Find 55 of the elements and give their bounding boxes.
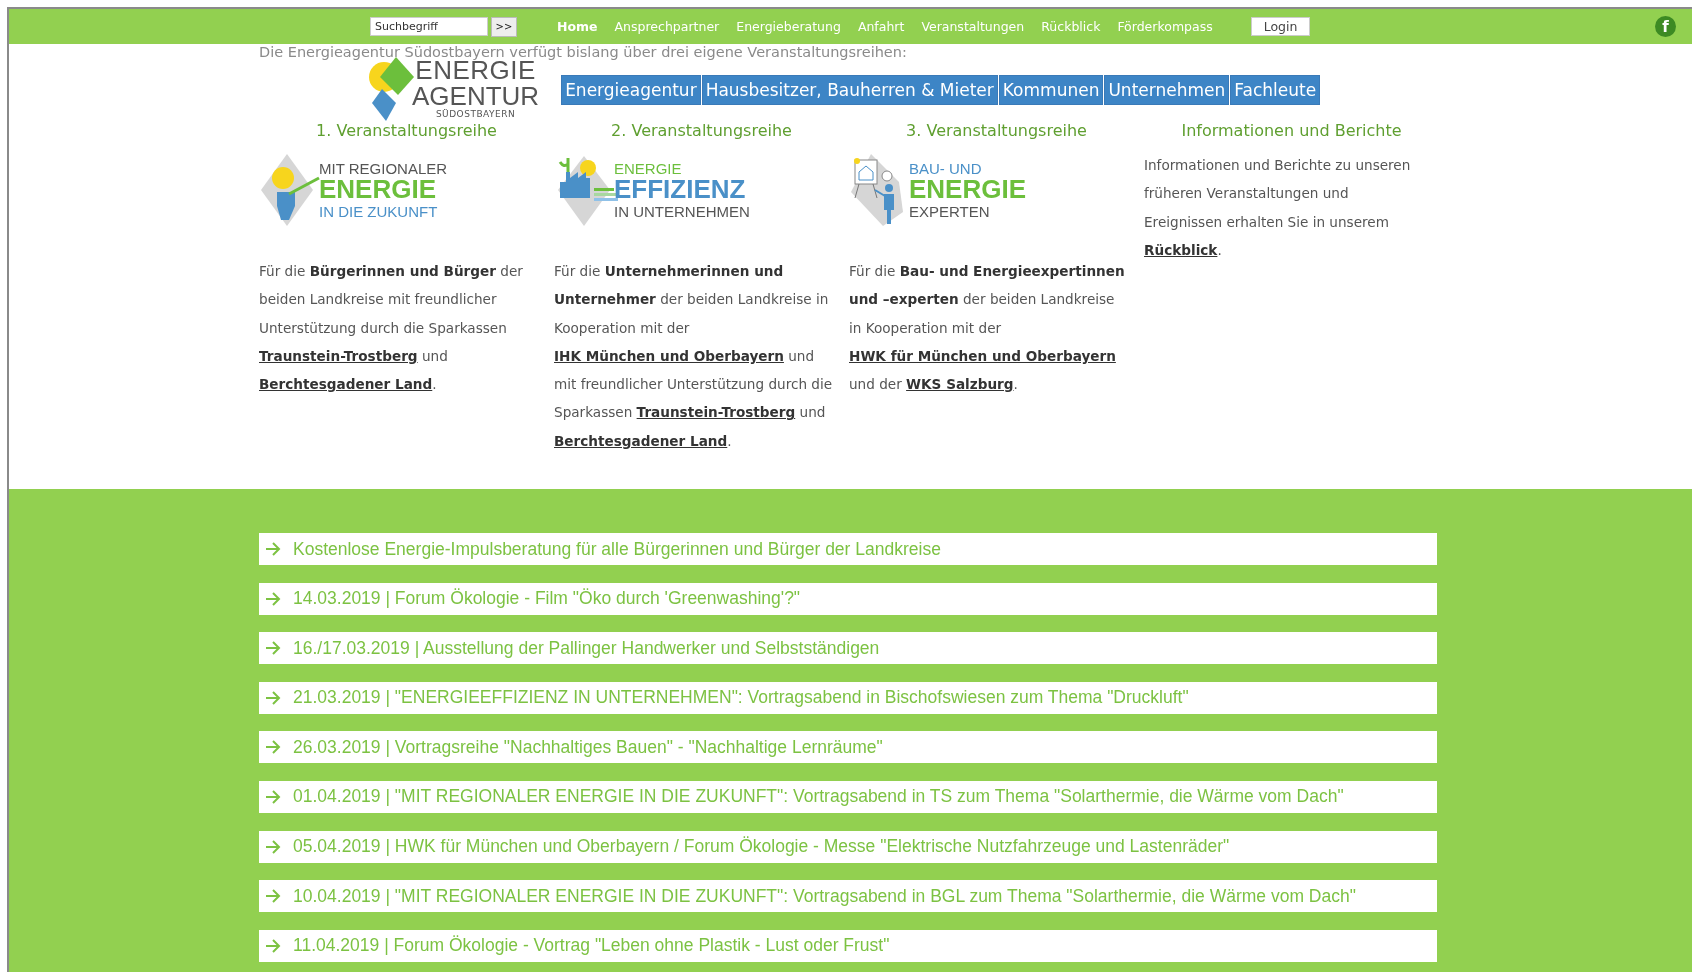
column-text: Für die Bürgerinnen und Bürger der beiden Landkreise mit freundlicher Unterstützung durch die Sparkassen Traunstein-Trostberg und Berchtesgadener Land. [259, 262, 524, 395]
series-heading: 2. Veranstaltungsreihe [611, 121, 792, 140]
logo-text-line: ENERGIE [909, 176, 1027, 204]
event-link[interactable]: Kostenlose Energie-Impulsberatung für alle Bürgerinnen und Bürger der Landkreise [259, 533, 1437, 565]
text-link[interactable]: IHK München und Oberbayern [554, 347, 784, 364]
event-link[interactable]: 16./17.03.2019 | Ausstellung der Pallinger Handwerker und Selbstständigen [259, 632, 1437, 665]
logo-text-line: ENERGIE [319, 176, 438, 204]
logo-text-line: ENERGIE [614, 160, 683, 177]
text-link[interactable]: Berchtesgadener Land [554, 432, 728, 449]
text-link[interactable]: Rückblick [1144, 241, 1218, 258]
text-link[interactable]: Traunstein-Trostberg [259, 347, 418, 364]
menu-tab[interactable]: Energieagentur [561, 75, 701, 105]
event-link[interactable]: 10.04.2019 | "MIT REGIONALER ENERGIE IN DIE ZUKUNFT": Vortragsabend in BGL zum Thema "Solarthermie, die Wärme vom Dach" [259, 880, 1437, 913]
search-button[interactable]: >> [491, 16, 517, 37]
series-heading: Informationen und Berichte [1181, 121, 1402, 140]
column-text: Informationen und Berichte zu unseren früheren Veranstaltungen und Ereignissen erhalten Sie in unserem Rückblick. [1144, 156, 1412, 260]
intro-text: Die Energieagentur Südostbayern verfügt bislang über drei eigene Veranstaltungsreihen: [259, 44, 908, 61]
arrow-right-icon [265, 789, 281, 804]
facebook-link[interactable]: f [1655, 16, 1676, 37]
event-link[interactable]: 26.03.2019 | Vortragsreihe "Nachhaltiges Bauen" - "Nachhaltige Lernräume" [259, 731, 1437, 764]
text-link[interactable]: HWK für München und Oberbayern [849, 347, 1116, 364]
menu-tab[interactable]: Hausbesitzer, Bauherren & Mieter [701, 75, 998, 105]
arrow-right-icon [265, 938, 281, 953]
text-link[interactable]: WKS Salzburg [906, 376, 1014, 393]
arrow-right-icon [265, 740, 281, 755]
arrow-right-icon [265, 690, 281, 705]
event-link[interactable]: 11.04.2019 | Forum Ökologie - Vortrag "Leben ohne Plastik - Lust oder Frust" [259, 929, 1437, 962]
event-link[interactable]: 21.03.2019 | "ENERGIEEFFIZIENZ IN UNTERNEHMEN": Vortragsabend in Bischofswiesen zum Thema "Druckluft" [259, 681, 1437, 714]
logo-text-line: IN UNTERNEHMEN [614, 203, 750, 220]
logo-text-line: EFFIZIENZ [614, 176, 747, 204]
login-button[interactable]: Login [1250, 17, 1311, 36]
event-link[interactable]: 05.04.2019 | HWK für München und Oberbayern / Forum Ökologie - Messe "Elektrische Nutzfahrzeuge und Lastenräder" [259, 830, 1437, 863]
arrow-right-icon [265, 542, 281, 556]
text-link[interactable]: Traunstein-Trostberg [636, 404, 796, 421]
menu-tab[interactable]: Kommunen [998, 75, 1104, 105]
series-heading: 3. Veranstaltungsreihe [906, 121, 1087, 140]
text-link[interactable]: Berchtesgadener Land [259, 376, 433, 393]
logo-text-line: IN DIE ZUKUNFT [319, 203, 439, 220]
logo-text-line: MIT REGIONALER [319, 160, 448, 177]
logo-text-line: EXPERTEN [909, 203, 991, 220]
logo-text-line: SÜDOSTBAYERN [435, 108, 516, 120]
arrow-right-icon [265, 889, 281, 904]
search-field[interactable]: Suchbegriff [370, 17, 488, 36]
arrow-right-icon [265, 591, 281, 606]
menu-tab[interactable]: Fachleute [1230, 75, 1321, 105]
menu-tab[interactable]: Unternehmen [1104, 75, 1230, 105]
logo-text-line: AGENTUR [412, 82, 540, 109]
event-link[interactable]: 01.04.2019 | "MIT REGIONALER ENERGIE IN DIE ZUKUNFT": Vortragsabend in TS zum Thema "Solarthermie, die Wärme vom Dach" [259, 780, 1437, 813]
logo-text-line: BAU- UND [909, 160, 983, 177]
column-text: Für die Bau- und Energieexpertinnen und –experten der beiden Landkreise in Kooperation mit der HWK für München und Oberbayern und der WKS Salzburg. [849, 262, 1126, 395]
column-text: Für die Unternehmerinnen und Unternehmer der beiden Landkreise in Kooperation mit der IHK München und Oberbayern und mit freundlicher Unterstützung durch die Sparkassen Traunstein-Trostberg und Berchtesgadener Land. [554, 262, 834, 451]
series-heading: 1. Veranstaltungsreihe [316, 121, 497, 140]
event-link[interactable]: 14.03.2019 | Forum Ökologie - Film "Öko durch 'Greenwashing'?" [259, 582, 1437, 615]
arrow-right-icon [265, 839, 281, 854]
arrow-right-icon [265, 641, 281, 656]
